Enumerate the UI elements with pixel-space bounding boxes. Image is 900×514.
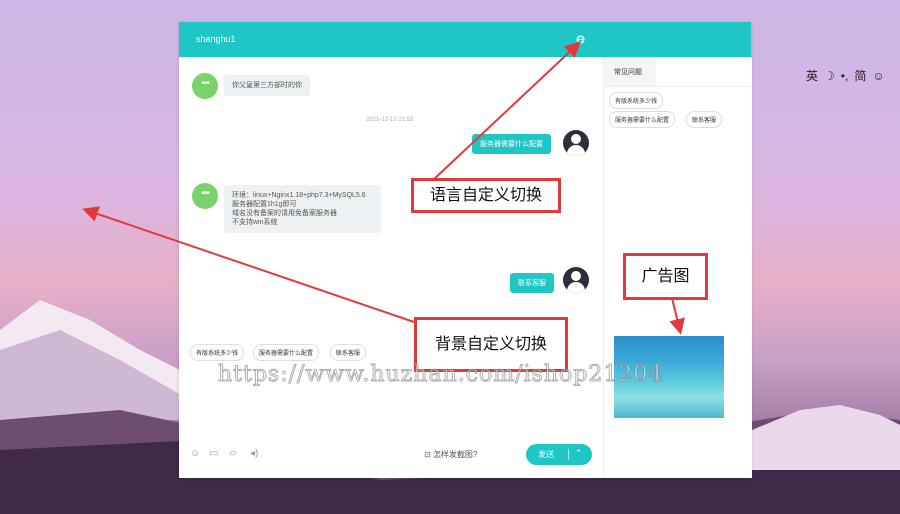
- screenshot-hint-label: 怎样发截图?: [432, 450, 478, 459]
- user-avatar: [563, 267, 589, 293]
- sidebar-chip-config[interactable]: 服务器需要什么配置: [609, 111, 676, 128]
- audio-icon[interactable]: ◂): [250, 449, 260, 459]
- image-icon[interactable]: ▭: [209, 449, 219, 459]
- user-message-contact: 联系客服: [510, 273, 554, 293]
- crop-icon: ⊡: [424, 450, 431, 459]
- quick-chip-contact[interactable]: 联系客服: [330, 344, 367, 361]
- agent-message-greeting: 你父皇第三方部时的你: [224, 75, 310, 96]
- sidebar-chip-price[interactable]: 有版系统多少钱: [609, 92, 664, 109]
- ime-emoji-icon[interactable]: ☺: [872, 69, 884, 83]
- env-line: 环境：linux+Nginx1.18+php7.3+MySQL5.6: [232, 192, 366, 199]
- agent-message-environment: 环境：linux+Nginx1.18+php7.3+MySQL5.6 服务器配置…: [224, 185, 381, 233]
- ime-toolbar: 英 ☽ •, 简 ☺: [806, 67, 885, 84]
- tab-faq[interactable]: 常见问题: [614, 67, 642, 83]
- env-line: 服务器配置1h1g即可: [232, 201, 297, 208]
- tab-divider: [604, 86, 752, 87]
- sidebar-chip-contact[interactable]: 联系客服: [686, 111, 723, 128]
- ime-lang-toggle[interactable]: 英: [806, 67, 818, 84]
- globe-icon[interactable]: [576, 35, 585, 44]
- emoji-icon[interactable]: ☺: [190, 449, 200, 459]
- chat-title: shanghu1: [196, 34, 236, 44]
- annotation-language: 语言自定义切换: [411, 178, 561, 213]
- chat-header: shanghu1: [179, 22, 751, 57]
- user-message-config: 服务器需要什么配置: [472, 134, 551, 154]
- watermark: https://www.huzhan.com/ishop21204: [217, 362, 664, 388]
- annotation-ad: 广告图: [623, 253, 708, 300]
- ime-simplified-toggle[interactable]: 简: [854, 67, 866, 84]
- quick-chip-config[interactable]: 服务器需要什么配置: [253, 344, 320, 361]
- ime-punct-toggle[interactable]: •,: [841, 69, 849, 83]
- send-label: 发送: [538, 450, 554, 459]
- send-divider: [568, 449, 569, 460]
- message-timestamp: 2021-12-10 21:53: [366, 117, 414, 123]
- env-line: 域名没有备案的请用免备案服务器: [232, 210, 337, 217]
- send-button[interactable]: 发送 ⌃: [526, 444, 592, 465]
- env-line: 不支持win系统: [232, 219, 278, 226]
- screenshot-hint[interactable]: ⊡ 怎样发截图?: [424, 449, 477, 460]
- quick-chip-price[interactable]: 有版系统多少钱: [190, 344, 245, 361]
- agent-avatar: [192, 73, 218, 99]
- agent-avatar: [192, 183, 218, 209]
- chevron-up-icon[interactable]: ⌃: [575, 448, 583, 459]
- user-avatar: [563, 130, 589, 156]
- ime-moon-icon[interactable]: ☽: [824, 69, 835, 83]
- folder-icon[interactable]: ▱: [229, 449, 239, 459]
